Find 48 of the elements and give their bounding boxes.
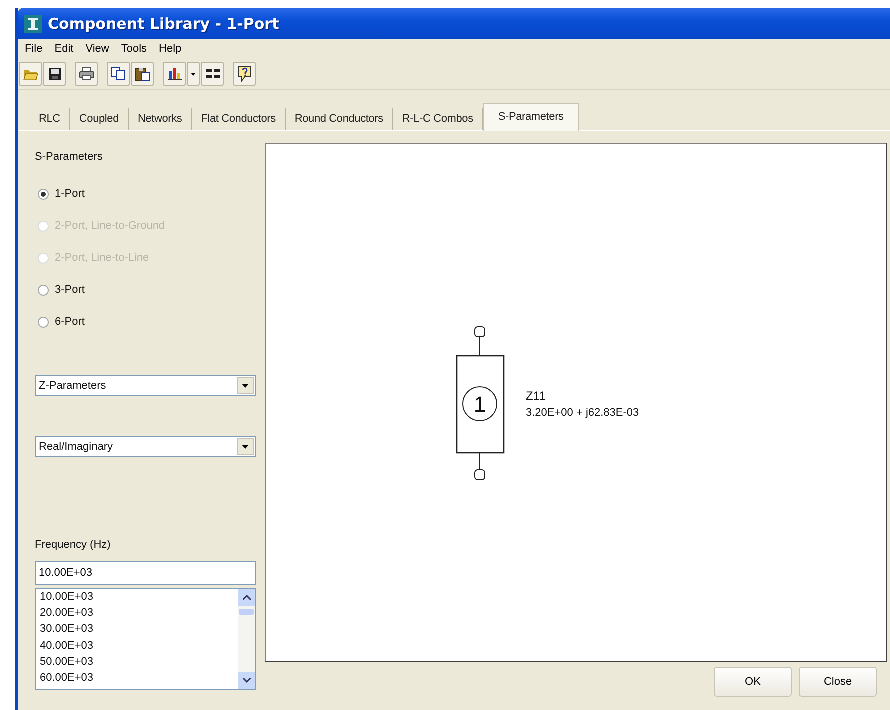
- help-icon[interactable]: [233, 62, 256, 86]
- tab[interactable]: Round Conductors: [286, 108, 394, 130]
- list-item[interactable]: 50.00E+03: [40, 654, 238, 670]
- scroll-thumb[interactable]: [239, 609, 254, 615]
- bar-chart-icon[interactable]: [163, 62, 186, 86]
- radio-option[interactable]: 3-Port: [38, 274, 265, 306]
- menu-item[interactable]: Tools: [116, 43, 152, 55]
- frequency-label: Frequency (Hz): [35, 539, 112, 551]
- radio-label: 6-Port: [55, 316, 85, 328]
- port-number: 1: [474, 392, 486, 417]
- copy-icon[interactable]: [107, 62, 130, 86]
- tab[interactable]: Flat Conductors: [192, 108, 286, 130]
- paste-icon[interactable]: [131, 62, 154, 86]
- tab[interactable]: Coupled: [70, 108, 129, 130]
- radio-option[interactable]: 1-Port: [38, 178, 265, 210]
- save-icon[interactable]: [43, 62, 66, 86]
- parameter-value: 3.20E+00 + j62.83E-03: [526, 407, 640, 419]
- parameter-name: Z11: [526, 389, 546, 403]
- menu-item[interactable]: View: [80, 43, 114, 55]
- radio-label: 3-Port: [55, 284, 85, 296]
- app-icon: [24, 14, 42, 32]
- radio-button[interactable]: [38, 284, 49, 296]
- list-item[interactable]: 10.00E+03: [40, 589, 238, 606]
- format-dropdown[interactable]: Real/Imaginary: [35, 436, 256, 457]
- list-item[interactable]: 60.00E+03: [40, 670, 238, 686]
- tab[interactable]: S-Parameters: [483, 103, 579, 131]
- radio-option[interactable]: 6-Port: [38, 306, 265, 338]
- menu-item[interactable]: Edit: [50, 43, 79, 55]
- print-icon[interactable]: [75, 62, 98, 86]
- list-item[interactable]: 30.00E+03: [40, 621, 238, 638]
- tab[interactable]: Networks: [128, 108, 192, 130]
- list-item[interactable]: 20.00E+03: [40, 605, 238, 622]
- radio-button[interactable]: [38, 316, 49, 328]
- list-item[interactable]: 40.00E+03: [40, 638, 238, 654]
- radio-button[interactable]: [38, 188, 49, 200]
- radio-label: 1-Port: [55, 188, 85, 200]
- scroll-down-icon[interactable]: [238, 672, 255, 689]
- menu-item[interactable]: Help: [154, 43, 187, 55]
- frequency-field[interactable]: 10.00E+03: [35, 561, 256, 585]
- window-title: Component Library - 1-Port: [48, 14, 280, 32]
- close-button[interactable]: Close: [799, 667, 877, 697]
- group-title: S-Parameters: [35, 151, 104, 163]
- grid-view-icon[interactable]: [201, 62, 224, 86]
- menu-item[interactable]: File: [20, 43, 48, 55]
- tab[interactable]: RLC: [30, 108, 70, 130]
- scroll-up-icon[interactable]: [238, 589, 255, 606]
- parameter-dropdown[interactable]: Z-Parameters: [35, 375, 256, 396]
- ok-button[interactable]: OK: [714, 667, 792, 697]
